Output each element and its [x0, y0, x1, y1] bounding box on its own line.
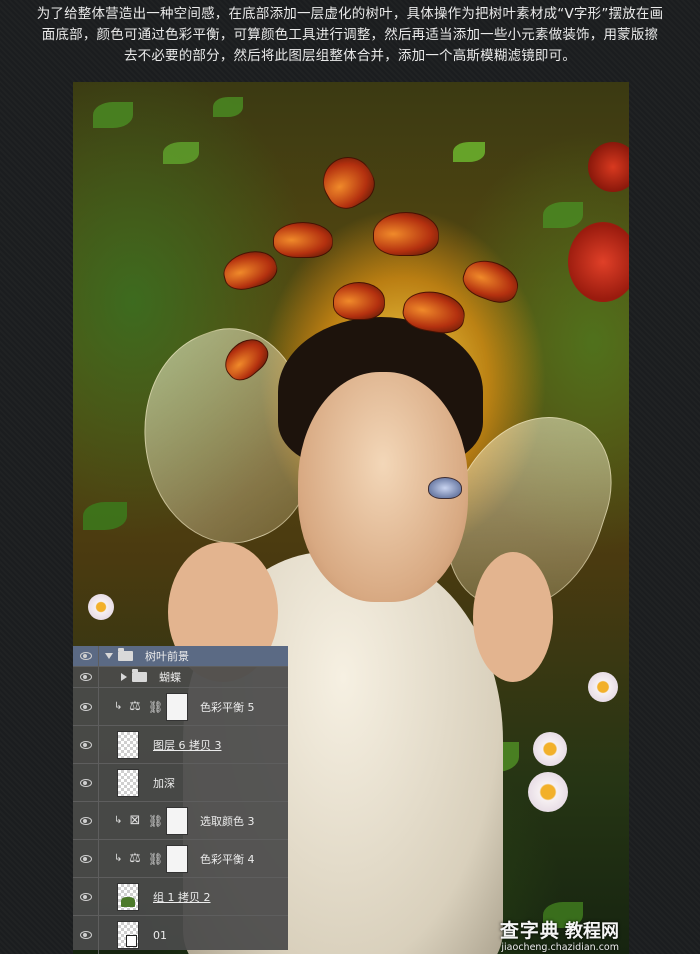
visibility-toggle[interactable] [73, 646, 99, 666]
eye-icon [79, 740, 92, 749]
eye-icon [79, 673, 92, 681]
watermark-main: 查字典 [499, 919, 560, 942]
butterfly [219, 245, 281, 295]
butterfly [313, 147, 383, 217]
layer-row-color-balance-4[interactable]: ↳ ⚖ ⛓ 色彩平衡 4 [73, 840, 288, 878]
layer-row-group-1-copy-2[interactable]: 组 1 拷贝 2 [73, 878, 288, 916]
eye-icon [79, 892, 92, 901]
layer-mask-thumbnail[interactable] [166, 692, 188, 721]
layer-row-01[interactable]: 01 [73, 916, 288, 954]
layer-name: 色彩平衡 4 [200, 852, 255, 866]
caption-line-3: 去不必要的部分，然后将此图层组整体合并，添加一个高斯模糊滤镜即可。 [123, 48, 577, 64]
layer-name: 树叶前景 [145, 650, 189, 663]
leaf-shape [453, 142, 485, 162]
red-flower [588, 142, 629, 192]
daisy-flower [588, 672, 618, 702]
eye-icon [79, 854, 92, 863]
expand-arrow-icon[interactable] [105, 653, 113, 659]
butterfly [273, 222, 333, 258]
layer-mask-thumbnail[interactable] [166, 806, 188, 835]
daisy-flower [533, 732, 567, 766]
layer-name: 加深 [153, 776, 175, 790]
link-icon[interactable]: ⛓ [148, 852, 163, 866]
daisy-flower [88, 594, 114, 620]
visibility-toggle[interactable] [73, 840, 99, 877]
selective-color-icon: ⊠ [129, 813, 141, 828]
visibility-toggle[interactable] [73, 802, 99, 839]
tutorial-caption: 为了给整体营造出一种空间感，在底部添加一层虚化的树叶，具体操作为把树叶素材成“V… [0, 4, 700, 67]
folder-icon [132, 669, 147, 682]
visibility-toggle[interactable] [73, 667, 99, 687]
leaf-shape [213, 97, 243, 117]
layer-row-foliage-foreground-group[interactable]: 树叶前景 [73, 646, 288, 667]
link-icon[interactable]: ⛓ [148, 700, 163, 714]
layer-row-butterfly-group[interactable]: 蝴蝶 [73, 667, 288, 688]
folder-icon [118, 648, 133, 661]
eye-icon [79, 816, 92, 825]
leaf-shape [83, 502, 127, 530]
blue-butterfly [428, 477, 462, 499]
leaf-shape [93, 102, 133, 128]
eye-icon [79, 702, 92, 711]
red-flower [568, 222, 629, 302]
layer-row-burn[interactable]: 加深 [73, 764, 288, 802]
layer-name: 01 [153, 928, 167, 942]
layer-thumbnail[interactable] [117, 882, 139, 911]
watermark-sub: 教程网 [565, 920, 619, 942]
layer-thumbnail[interactable] [117, 730, 139, 759]
layer-name: 色彩平衡 5 [200, 700, 255, 714]
caption-line-1: 为了给整体营造出一种空间感，在底部添加一层虚化的树叶，具体操作为把树叶素材成“V… [36, 6, 664, 22]
visibility-toggle[interactable] [73, 878, 99, 915]
layer-thumbnail[interactable] [117, 768, 139, 797]
collapse-arrow-icon[interactable] [121, 673, 127, 681]
site-watermark: 查字典 教程网 jiaocheng.chazidian.com [499, 919, 619, 953]
eye-icon [79, 931, 92, 939]
layer-row-selective-color-3[interactable]: ↳ ⊠ ⛓ 选取颜色 3 [73, 802, 288, 840]
daisy-flower [528, 772, 568, 812]
visibility-toggle[interactable] [73, 726, 99, 763]
balance-scale-icon: ⚖ [129, 699, 141, 714]
eye-icon [79, 778, 92, 787]
clipping-mask-icon: ↳ [114, 815, 123, 826]
link-icon[interactable]: ⛓ [148, 814, 163, 828]
butterfly [333, 282, 385, 320]
watermark-url: jiaocheng.chazidian.com [501, 941, 619, 953]
layer-row-layer-6-copy-3[interactable]: 图层 6 拷贝 3 [73, 726, 288, 764]
layer-name: 选取颜色 3 [200, 814, 255, 828]
clipping-mask-icon: ↳ [114, 853, 123, 864]
caption-line-2: 面底部，颜色可通过色彩平衡，可算颜色工具进行调整，然后再适当添加一些小元素做装饰… [41, 27, 659, 43]
butterfly [373, 212, 439, 256]
layer-row-color-balance-5[interactable]: ↳ ⚖ ⛓ 色彩平衡 5 [73, 688, 288, 726]
layer-name: 图层 6 拷贝 3 [153, 738, 222, 752]
visibility-toggle[interactable] [73, 764, 99, 801]
layer-mask-thumbnail[interactable] [166, 844, 188, 873]
smart-object-thumbnail[interactable] [117, 921, 139, 949]
clipping-mask-icon: ↳ [114, 701, 123, 712]
right-shoulder [473, 552, 553, 682]
visibility-toggle[interactable] [73, 688, 99, 725]
butterfly [458, 253, 524, 309]
eye-icon [79, 652, 92, 660]
leaf-shape [543, 202, 583, 228]
layer-name: 组 1 拷贝 2 [153, 890, 211, 904]
balance-scale-icon: ⚖ [129, 851, 141, 866]
layer-name: 蝴蝶 [159, 671, 181, 684]
leaf-shape [163, 142, 199, 164]
layers-panel: 树叶前景 蝴蝶 ↳ ⚖ ⛓ 色彩平衡 5 图层 6 拷贝 3 加深 ↳ ⊠ ⛓ … [73, 646, 288, 954]
visibility-toggle[interactable] [73, 916, 99, 954]
